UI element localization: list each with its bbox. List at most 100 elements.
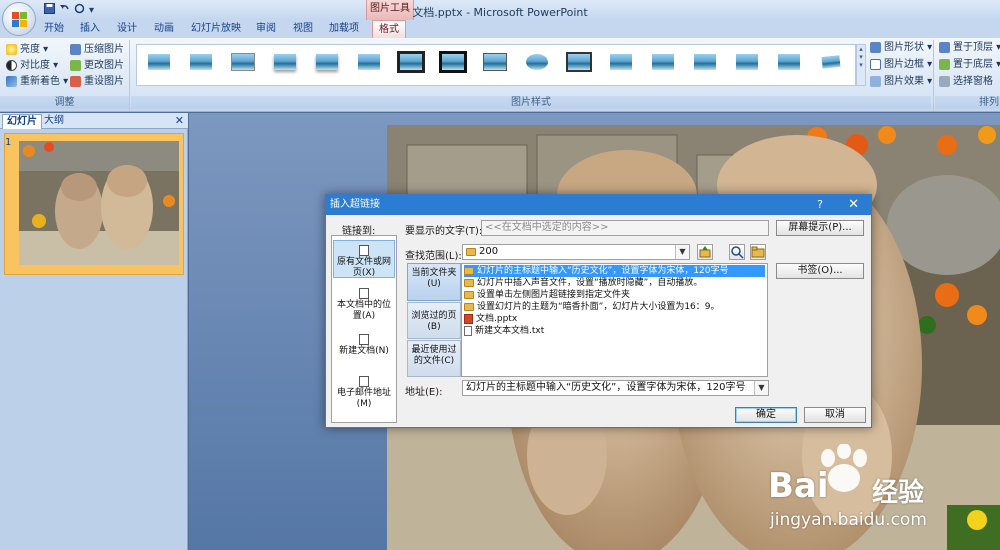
address-chevron-down-icon[interactable]: ▼ xyxy=(754,381,768,395)
picture-border-icon xyxy=(870,59,881,70)
nav-browsed-pages[interactable]: 浏览过的页(B) xyxy=(407,302,461,339)
close-icon[interactable]: ✕ xyxy=(848,195,859,215)
adjust-group: 亮度 ▾ 对比度 ▾ 重新着色 ▾ 压缩图片 更改图片 重设图片 调整 xyxy=(0,40,130,110)
bring-to-front-button[interactable]: 置于顶层 ▾ xyxy=(939,40,1000,55)
slide-number: 1 xyxy=(5,137,12,148)
picture-style-thumbnail[interactable] xyxy=(817,51,845,73)
picture-border-button[interactable]: 图片边框 ▾ xyxy=(870,57,932,72)
tab-review[interactable]: 审阅 xyxy=(250,20,282,38)
picture-style-thumbnail[interactable] xyxy=(439,51,467,73)
tab-view[interactable]: 视图 xyxy=(287,20,319,38)
link-existing-file[interactable]: 原有文件或网页(X) xyxy=(333,240,395,278)
ribbon-tabs: 开始 插入 设计 动画 幻灯片放映 审阅 视图 加载项 格式 xyxy=(0,20,1000,38)
picture-style-preview xyxy=(566,52,592,72)
browse-file-icon[interactable] xyxy=(750,244,766,260)
send-to-back-button[interactable]: 置于底层 ▾ xyxy=(939,57,1000,72)
address-field[interactable]: 幻灯片的主标题中输入“历史文化”，设置字体为宋体，120字号 ▼ xyxy=(462,380,769,396)
cancel-button[interactable]: 取消 xyxy=(804,407,866,423)
selection-pane-button[interactable]: 选择窗格 xyxy=(939,74,993,89)
tab-slideshow[interactable]: 幻灯片放映 xyxy=(185,20,247,38)
address-label: 地址(E): xyxy=(405,387,443,398)
tab-addins[interactable]: 加载项 xyxy=(323,20,365,38)
up-folder-icon[interactable] xyxy=(697,244,713,260)
window-title: 文档.pptx - Microsoft PowerPoint xyxy=(412,6,588,19)
picture-style-thumbnail[interactable] xyxy=(775,51,803,73)
picture-style-thumbnail[interactable] xyxy=(565,51,593,73)
picture-shape-button[interactable]: 图片形状 ▾ xyxy=(870,40,932,55)
picture-style-preview xyxy=(819,52,843,72)
picture-style-thumbnail[interactable] xyxy=(733,51,761,73)
tab-outline[interactable]: 大纲 xyxy=(40,114,68,129)
pptx-file-icon xyxy=(464,314,473,324)
picture-style-thumbnail[interactable] xyxy=(187,51,215,73)
gallery-scroll[interactable]: ▴ ▾ ▾ xyxy=(856,44,866,86)
list-item[interactable]: 幻灯片中插入声音文件，设置“播放时隐藏”，自动播放。 xyxy=(464,277,765,289)
recolor-button[interactable]: 重新着色 ▾ xyxy=(6,74,68,89)
folder-icon xyxy=(464,291,474,299)
list-item[interactable]: 新建文本文档.txt xyxy=(464,325,765,337)
picture-style-thumbnail[interactable] xyxy=(355,51,383,73)
tab-format[interactable]: 格式 xyxy=(372,20,406,38)
email-icon xyxy=(359,376,369,387)
folder-icon xyxy=(464,279,474,287)
picture-effects-button[interactable]: 图片效果 ▾ xyxy=(870,74,932,89)
list-item[interactable]: 设置幻灯片的主题为“暗香扑面”，幻灯片大小设置为16：9。 xyxy=(464,301,765,313)
picture-style-preview xyxy=(358,54,380,70)
tab-insert[interactable]: 插入 xyxy=(74,20,106,38)
compress-icon xyxy=(70,44,81,55)
contrast-button[interactable]: 对比度 ▾ xyxy=(6,58,58,73)
office-button[interactable] xyxy=(2,2,36,36)
picture-style-preview xyxy=(652,54,674,70)
tab-home[interactable]: 开始 xyxy=(38,20,70,38)
tab-design[interactable]: 设计 xyxy=(111,20,143,38)
link-place-in-document[interactable]: 本文档中的位置(A) xyxy=(333,286,395,321)
chevron-down-icon[interactable]: ▼ xyxy=(675,245,689,259)
reset-picture-button[interactable]: 重设图片 xyxy=(70,74,124,89)
browse-web-icon[interactable] xyxy=(729,244,745,260)
picture-style-thumbnail[interactable] xyxy=(649,51,677,73)
nav-recent-files[interactable]: 最近使用过的文件(C) xyxy=(407,340,461,377)
picture-style-thumbnail[interactable] xyxy=(145,51,173,73)
tab-animation[interactable]: 动画 xyxy=(148,20,180,38)
list-item[interactable]: 设置单击左侧图片超链接到指定文件夹 xyxy=(464,289,765,301)
link-email-address[interactable]: 电子邮件地址(M) xyxy=(333,374,395,414)
picture-style-thumbnail[interactable] xyxy=(313,51,341,73)
close-pane-icon[interactable]: ✕ xyxy=(175,114,184,127)
link-to-bar: 原有文件或网页(X) 本文档中的位置(A) 新建文档(N) 电子邮件地址(M) xyxy=(331,235,397,423)
brightness-icon xyxy=(6,44,17,55)
picture-style-thumbnail[interactable] xyxy=(397,51,425,73)
display-text-field[interactable]: <<在文档中选定的内容>> xyxy=(481,220,769,236)
look-in-select[interactable]: 200 ▼ xyxy=(462,244,690,260)
slide-thumbnail[interactable] xyxy=(4,133,184,275)
watermark-brand: Bai xyxy=(768,466,829,506)
contrast-icon xyxy=(6,60,17,71)
picture-style-preview xyxy=(778,54,800,70)
change-picture-button[interactable]: 更改图片 xyxy=(70,58,124,73)
ribbon: 亮度 ▾ 对比度 ▾ 重新着色 ▾ 压缩图片 更改图片 重设图片 调整 图片样式… xyxy=(0,38,1000,112)
picture-style-thumbnail[interactable] xyxy=(271,51,299,73)
picture-style-preview xyxy=(526,54,548,70)
picture-styles-group-label: 图片样式 xyxy=(131,96,931,109)
picture-style-thumbnail[interactable] xyxy=(607,51,635,73)
tab-slides[interactable]: 幻灯片 xyxy=(2,114,42,129)
arrange-group: 置于顶层 ▾ 置于底层 ▾ 选择窗格 排列 xyxy=(935,40,1000,110)
look-in-folder-icon xyxy=(466,248,476,256)
baidu-jingyan-watermark: Bai 经验 jingyan.baidu.com xyxy=(762,444,996,546)
title-bar: ▾ 图片工具 文档.pptx - Microsoft PowerPoint xyxy=(0,0,1000,20)
look-in-label: 查找范围(L): xyxy=(405,251,462,262)
compress-pictures-button[interactable]: 压缩图片 xyxy=(70,42,124,57)
picture-style-thumbnail[interactable] xyxy=(523,51,551,73)
picture-style-thumbnail[interactable] xyxy=(229,51,257,73)
picture-style-thumbnail[interactable] xyxy=(481,51,509,73)
screen-tip-button[interactable]: 屏幕提示(P)... xyxy=(776,220,864,236)
brightness-button[interactable]: 亮度 ▾ xyxy=(6,42,48,57)
bookmark-button[interactable]: 书签(O)... xyxy=(776,263,864,279)
picture-style-thumbnail[interactable] xyxy=(691,51,719,73)
ok-button[interactable]: 确定 xyxy=(735,407,797,423)
reset-picture-icon xyxy=(70,76,81,87)
nav-current-folder[interactable]: 当前文件夹(U) xyxy=(407,263,461,301)
link-new-document[interactable]: 新建文档(N) xyxy=(333,332,395,360)
list-item[interactable]: 文档.pptx xyxy=(464,313,765,325)
help-icon[interactable]: ? xyxy=(817,195,823,215)
list-item[interactable]: 幻灯片的主标题中输入“历史文化”，设置字体为宋体，120字号 xyxy=(464,265,765,277)
